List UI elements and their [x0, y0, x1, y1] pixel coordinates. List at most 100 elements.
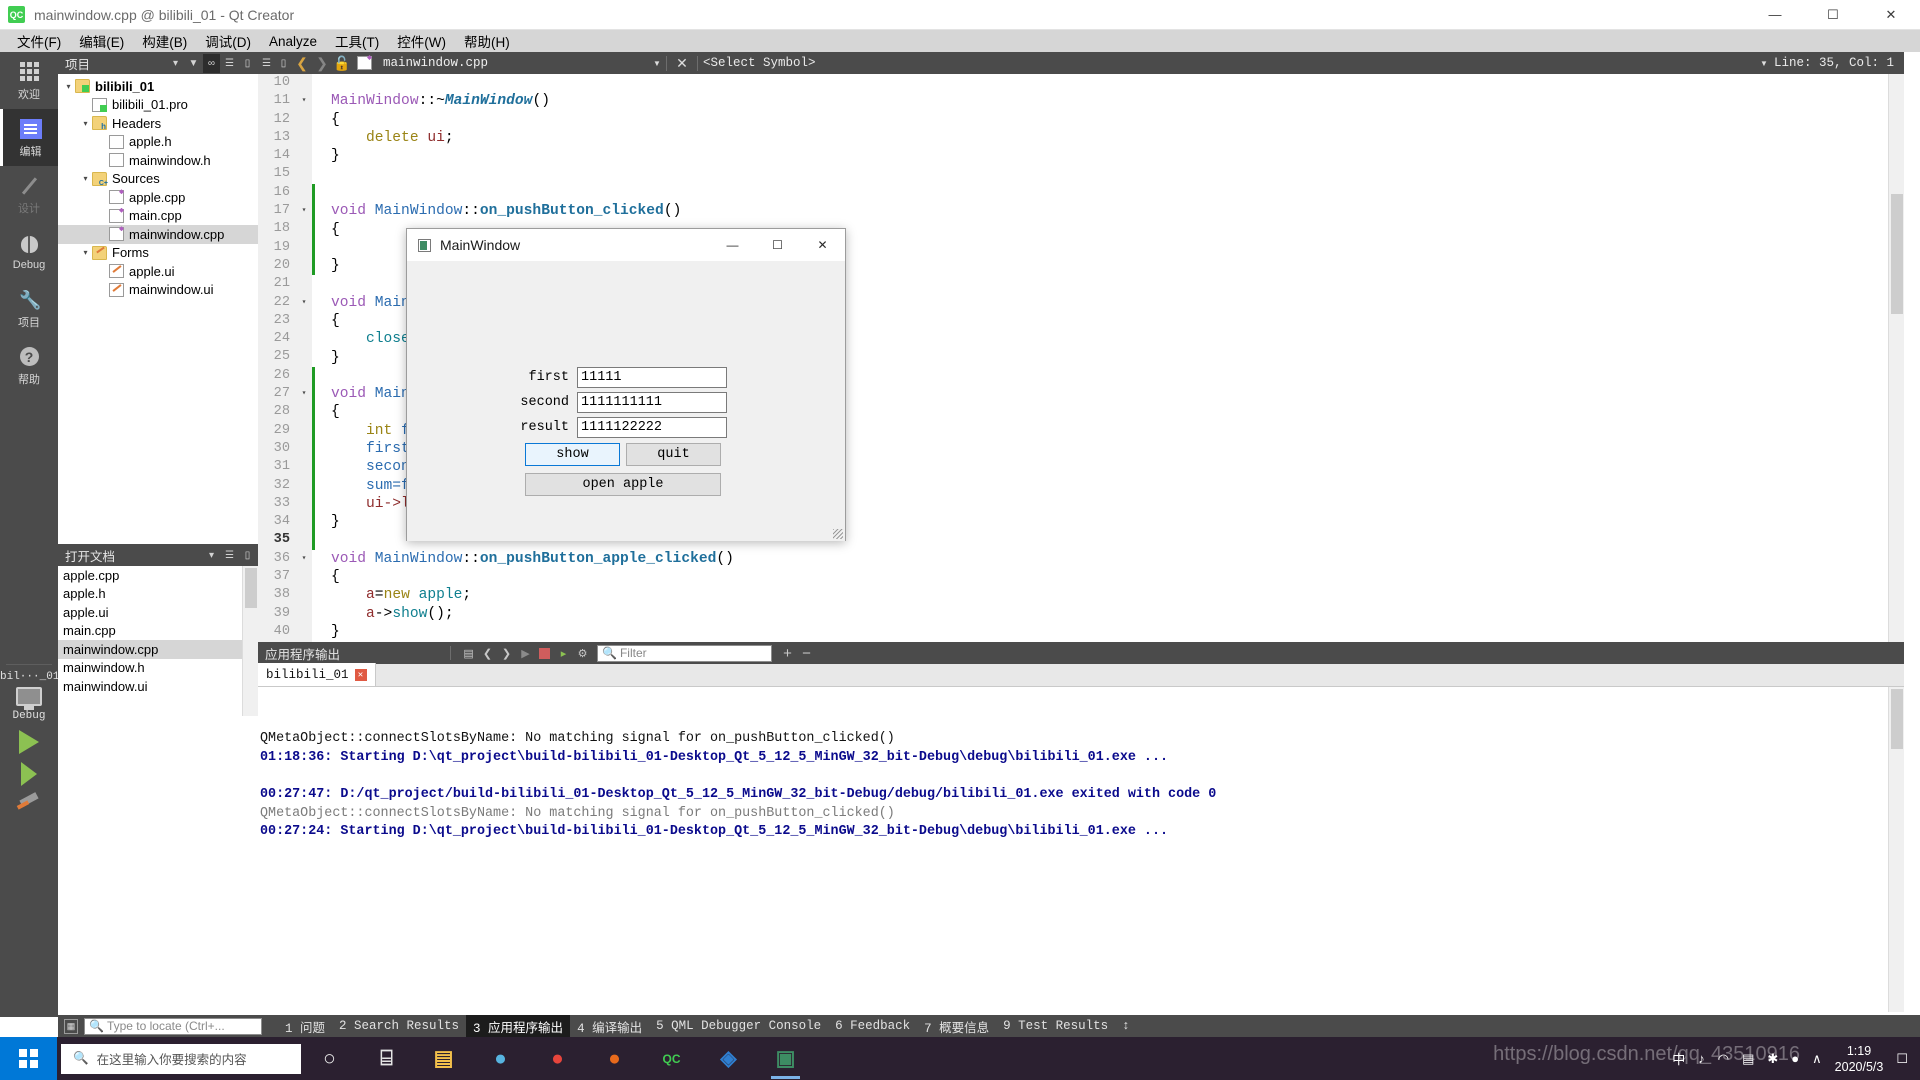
app-maximize-button[interactable]: ☐: [755, 229, 800, 261]
split-icon[interactable]: ☰: [221, 54, 238, 73]
clear-output-icon[interactable]: ▤: [459, 644, 478, 663]
mode-项目[interactable]: 🔧 项目: [0, 280, 58, 337]
link-icon[interactable]: ∞: [203, 53, 220, 73]
firefox-icon[interactable]: ●: [586, 1037, 643, 1080]
fold-marker[interactable]: [296, 128, 312, 148]
next-item-icon[interactable]: ❯: [497, 644, 516, 663]
status-tab-5[interactable]: 6 Feedback: [828, 1017, 917, 1035]
file-explorer-icon[interactable]: ▤: [415, 1037, 472, 1080]
tree-item-Sources[interactable]: ▾ Sources: [58, 170, 258, 189]
debug-button[interactable]: [21, 762, 37, 786]
navigate-forward-icon[interactable]: ❯: [312, 55, 332, 72]
open-apple-button[interactable]: open apple: [525, 473, 721, 496]
task-view-icon[interactable]: ⌸: [358, 1037, 415, 1080]
mode-欢迎[interactable]: 欢迎: [0, 52, 58, 109]
vscode-icon[interactable]: ◈: [700, 1037, 757, 1080]
output-scrollbar[interactable]: [1888, 687, 1904, 1012]
open-doc-mainwindow.cpp[interactable]: mainwindow.cpp: [58, 640, 258, 659]
tree-item-Forms[interactable]: ▾ Forms: [58, 244, 258, 263]
open-doc-apple.ui[interactable]: apple.ui: [58, 603, 258, 622]
chevron-down-icon[interactable]: ▾: [62, 82, 75, 91]
fold-marker[interactable]: [296, 256, 312, 276]
open-doc-mainwindow.h[interactable]: mainwindow.h: [58, 659, 258, 678]
lock-icon[interactable]: 🔓: [332, 55, 352, 72]
fold-marker[interactable]: [296, 110, 312, 129]
tree-item-mainwindow.ui[interactable]: mainwindow.ui: [58, 281, 258, 300]
split-editor-icon[interactable]: ☰: [258, 54, 275, 73]
run-debug-icon[interactable]: ▸: [554, 644, 573, 663]
app-minimize-button[interactable]: —: [710, 229, 755, 261]
qt-app-icon[interactable]: ▣: [757, 1037, 814, 1080]
fold-marker[interactable]: [296, 458, 312, 477]
menu-item-6[interactable]: 控件(W): [388, 30, 455, 52]
cortana-icon[interactable]: ○: [301, 1037, 358, 1080]
status-tab-7[interactable]: 9 Test Results: [996, 1017, 1115, 1035]
split-icon[interactable]: ☰: [221, 546, 238, 565]
output-tab-close-icon[interactable]: ✕: [354, 668, 367, 681]
open-doc-apple.h[interactable]: apple.h: [58, 585, 258, 604]
open-docs-scrollbar[interactable]: [242, 566, 258, 716]
input-second[interactable]: 1111111111: [577, 392, 727, 413]
tree-item-mainwindow.h[interactable]: mainwindow.h: [58, 151, 258, 170]
menu-item-2[interactable]: 构建(B): [133, 30, 196, 52]
fold-marker[interactable]: [296, 439, 312, 459]
menu-item-4[interactable]: Analyze: [260, 33, 326, 50]
fold-marker[interactable]: ▾: [296, 385, 312, 404]
chevron-down-icon[interactable]: ▼: [653, 59, 661, 68]
output-tab-bilibili01[interactable]: bilibili_01 ✕: [258, 663, 376, 686]
maximize-button[interactable]: ☐: [1804, 0, 1862, 30]
fold-marker[interactable]: [296, 366, 312, 386]
prev-item-icon[interactable]: ❮: [478, 644, 497, 663]
minimize-button[interactable]: —: [1746, 0, 1804, 30]
navigate-back-icon[interactable]: ❮: [292, 55, 312, 72]
kit-selector[interactable]: bil···_01 Debug: [0, 664, 59, 808]
fold-marker[interactable]: [296, 494, 312, 514]
status-tab-6[interactable]: 7 概要信息: [917, 1015, 996, 1038]
tree-item-Headers[interactable]: ▾ Headers: [58, 114, 258, 133]
fold-marker[interactable]: [296, 330, 312, 349]
open-doc-main.cpp[interactable]: main.cpp: [58, 622, 258, 641]
run-button[interactable]: [19, 730, 39, 754]
mode-设计[interactable]: 设计: [0, 166, 58, 223]
chevron-down-icon[interactable]: ▾: [167, 54, 184, 73]
fold-marker[interactable]: [296, 238, 312, 257]
menu-item-5[interactable]: 工具(T): [326, 30, 388, 52]
fold-marker[interactable]: ▾: [296, 293, 312, 312]
fold-marker[interactable]: [296, 531, 312, 550]
notifications-icon[interactable]: ☐: [1896, 1051, 1908, 1067]
input-result[interactable]: 1111122222: [577, 417, 727, 438]
close-pane-icon[interactable]: ▯: [239, 54, 256, 73]
chevron-down-icon[interactable]: ▾: [79, 174, 92, 183]
fold-marker[interactable]: [296, 165, 312, 184]
mainwindow-app-dialog[interactable]: MainWindow — ☐ ✕ first 11111 second 1111111…: [406, 228, 846, 541]
output-tabs-updown-icon[interactable]: ↕: [1115, 1017, 1137, 1035]
tree-item-bilibili_01[interactable]: ▾ bilibili_01: [58, 77, 258, 96]
close-document-icon[interactable]: ✕: [672, 55, 692, 72]
fold-marker[interactable]: [296, 403, 312, 422]
open-doc-mainwindow.ui[interactable]: mainwindow.ui: [58, 677, 258, 696]
fold-marker[interactable]: [296, 476, 312, 495]
fold-marker[interactable]: ▾: [296, 202, 312, 221]
menu-item-0[interactable]: 文件(F): [8, 30, 70, 52]
quit-button[interactable]: quit: [626, 443, 721, 466]
tree-item-mainwindow.cpp[interactable]: mainwindow.cpp: [58, 225, 258, 244]
mode-Debug[interactable]: Debug: [0, 223, 58, 280]
menu-item-1[interactable]: 编辑(E): [70, 30, 133, 52]
status-tab-0[interactable]: 1 问题: [278, 1015, 332, 1038]
fold-marker[interactable]: [296, 147, 312, 166]
status-tab-1[interactable]: 2 Search Results: [332, 1017, 466, 1035]
settings-gear-icon[interactable]: ⚙: [573, 644, 592, 663]
menu-item-3[interactable]: 调试(D): [196, 30, 260, 52]
fold-marker[interactable]: [296, 568, 312, 587]
status-tab-2[interactable]: 3 应用程序输出: [466, 1014, 571, 1038]
fold-marker[interactable]: [296, 586, 312, 605]
taskbar-clock[interactable]: 1:19 2020/5/3: [1835, 1043, 1884, 1075]
tree-item-apple.ui[interactable]: apple.ui: [58, 262, 258, 281]
tree-item-apple.cpp[interactable]: apple.cpp: [58, 188, 258, 207]
editor-scrollbar[interactable]: [1888, 74, 1904, 642]
fold-marker[interactable]: [296, 183, 312, 203]
fold-marker[interactable]: [296, 622, 312, 642]
tree-item-main.cpp[interactable]: main.cpp: [58, 207, 258, 226]
tree-item-bilibili_01.pro[interactable]: bilibili_01.pro: [58, 96, 258, 115]
chevron-down-icon[interactable]: ▾: [79, 248, 92, 257]
